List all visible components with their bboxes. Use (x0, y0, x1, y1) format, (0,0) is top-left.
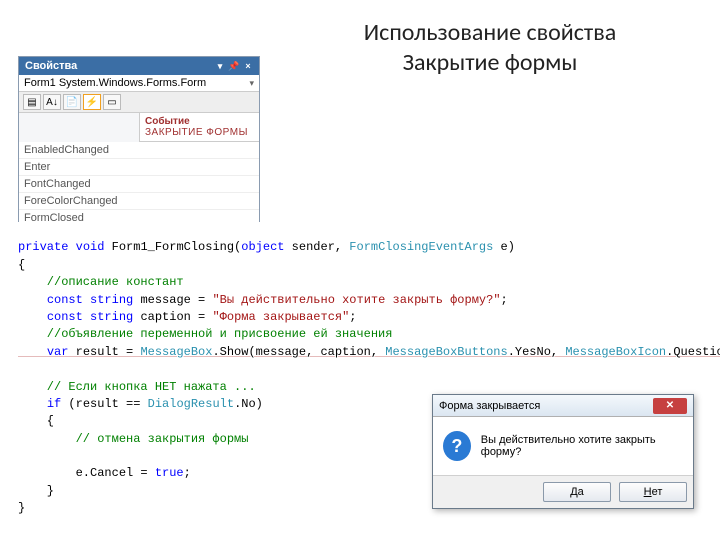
event-row[interactable]: ForeColorChanged (19, 193, 259, 210)
dialog-title-text: Форма закрывается (439, 400, 540, 412)
events-button[interactable]: ⚡ (83, 94, 101, 110)
event-row[interactable]: Enter (19, 159, 259, 176)
title-line-1: Использование свойства (364, 18, 616, 47)
properties-toolbar: ▤ A↓ 📄 ⚡ ▭ (19, 92, 259, 113)
event-desc-sub: ЗАКРЫТИЕ ФОРМЫ (145, 127, 254, 138)
properties-header-label: Свойства (25, 60, 77, 72)
dialog-close-button[interactable]: ✕ (653, 398, 687, 414)
categorized-button[interactable]: ▤ (23, 94, 41, 110)
properties-header: Свойства ▾ 📌 × (19, 57, 259, 75)
event-description: Событие ЗАКРЫТИЕ ФОРМЫ (139, 113, 259, 142)
autohide-icon[interactable]: 📌 (229, 61, 239, 71)
question-icon: ? (443, 431, 471, 461)
yes-button[interactable]: Да (543, 482, 611, 502)
close-icon[interactable]: × (243, 61, 253, 71)
object-dropdown[interactable]: Form1 System.Windows.Forms.Form ▾ (19, 75, 259, 92)
object-dropdown-text: Form1 System.Windows.Forms.Form (24, 77, 206, 89)
title-line-2: Закрытие формы (403, 48, 578, 77)
no-button[interactable]: Нет (619, 482, 687, 502)
slide-title: Использование свойства Закрытие формы (290, 18, 690, 78)
dialog-body: ? Вы действительно хотите закрыть форму? (433, 417, 693, 475)
dialog-message: Вы действительно хотите закрыть форму? (481, 434, 683, 458)
event-row[interactable]: EnabledChanged (19, 142, 259, 159)
event-row[interactable]: FontChanged (19, 176, 259, 193)
pages-button[interactable]: ▭ (103, 94, 121, 110)
messagebox-dialog: Форма закрывается ✕ ? Вы действительно х… (432, 394, 694, 509)
properties-button[interactable]: 📄 (63, 94, 81, 110)
chevron-down-icon: ▾ (249, 78, 254, 89)
dialog-footer: Да Нет (433, 475, 693, 508)
pin-icon[interactable]: ▾ (215, 61, 225, 71)
dialog-titlebar[interactable]: Форма закрывается ✕ (433, 395, 693, 417)
event-desc-title: Событие (145, 116, 254, 127)
alphabetical-button[interactable]: A↓ (43, 94, 61, 110)
